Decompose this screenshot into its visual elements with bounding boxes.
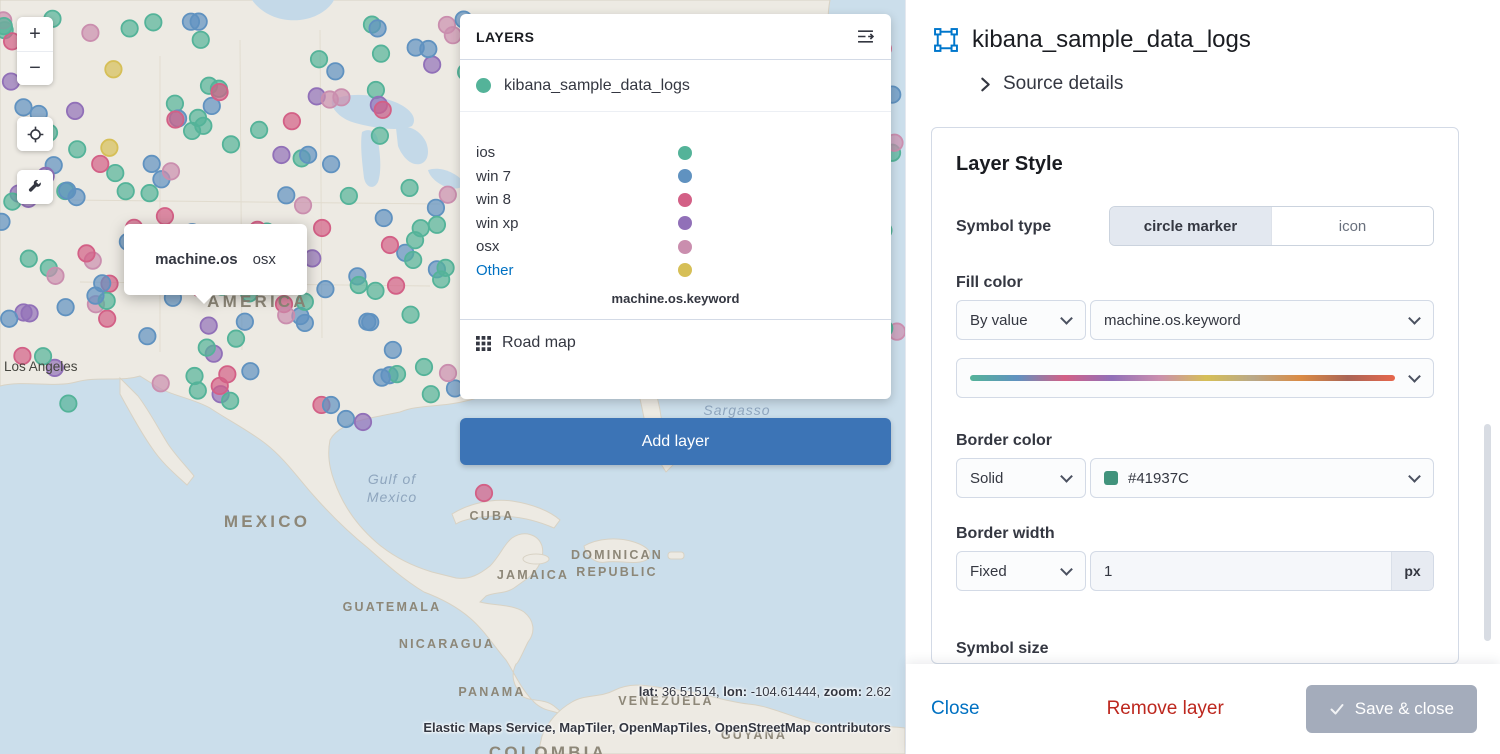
source-details-toggle[interactable]: Source details [979,73,1476,95]
layer-name: kibana_sample_data_logs [504,77,690,95]
symbol-size-label: Symbol size [956,639,1434,658]
border-width-mode-select[interactable]: Fixed [956,551,1086,591]
symbol-type-circle-marker-option[interactable]: circle marker [1110,207,1271,245]
kibana-maps-screen: AMERICAMEXICOCUBAJAMAICADOMINICANREPUBLI… [0,0,1500,754]
fill-color-label: Fill color [956,273,1434,292]
minus-icon: − [29,57,41,80]
zoom-in-button[interactable]: + [17,17,53,51]
collapse-legend-button[interactable] [852,24,878,50]
panel-title: kibana_sample_data_logs [972,26,1251,54]
map-tooltip: machine.os osx [124,224,307,295]
legend-dot [678,263,692,277]
layer-row[interactable]: kibana_sample_data_logs [460,60,891,112]
map-status: lat: 36.51514, lon: -104.61444, zoom: 2.… [639,684,891,699]
svg-text:CUBA: CUBA [470,509,515,523]
symbol-type-label: Symbol type [956,217,1051,236]
svg-text:REPUBLIC: REPUBLIC [576,565,658,579]
legend-item: ios [460,141,891,165]
border-width-input[interactable]: 1 [1091,552,1391,590]
border-color-mode-select[interactable]: Solid [956,458,1086,498]
layer-settings-panel: kibana_sample_data_logs Source details L… [905,0,1500,754]
svg-text:Gulf of: Gulf of [368,471,417,487]
map-pane[interactable]: AMERICAMEXICOCUBAJAMAICADOMINICANREPUBLI… [0,0,905,754]
border-color-swatch [1104,471,1118,485]
fill-color-mode-select[interactable]: By value [956,300,1086,340]
basemap-name: Road map [502,334,576,352]
svg-text:GUATEMALA: GUATEMALA [343,600,442,614]
border-width-label: Border width [956,524,1434,543]
color-ramp-bar [970,375,1395,381]
legend-dot [678,216,692,230]
layer-style-card: Layer Style Symbol type circle marker ic… [931,127,1459,664]
zoom-controls: + − [17,17,53,85]
color-ramp-select[interactable] [956,358,1434,398]
close-button[interactable]: Close [931,698,980,720]
chevron-right-icon [979,76,992,93]
plus-icon: + [29,23,41,46]
svg-text:Los Angeles: Los Angeles [4,359,78,374]
svg-text:NICARAGUA: NICARAGUA [399,637,495,651]
legend-item: osx [460,235,891,259]
svg-text:Sargasso: Sargasso [703,402,770,418]
legend-item: win 7 [460,165,891,189]
legend-field-name: machine.os.keyword [460,291,891,306]
menu-right-icon [857,28,874,45]
svg-text:PANAMA: PANAMA [458,685,525,699]
card-title: Layer Style [956,152,1434,176]
border-color-label: Border color [956,431,1434,450]
svg-text:MEXICO: MEXICO [224,512,310,531]
grid-icon [476,336,491,351]
legend-dot [678,146,692,160]
basemap-row[interactable]: Road map [460,319,891,366]
legend-dot [678,240,692,254]
save-and-close-button[interactable]: Save & close [1306,685,1477,733]
legend-dot [678,193,692,207]
symbol-type-group: circle marker icon [1109,206,1434,246]
map-attribution[interactable]: Elastic Maps Service, MapTiler, OpenMapT… [423,720,891,735]
layers-panel-title: LAYERS [476,29,535,45]
set-view-button[interactable] [17,117,53,151]
side-panel-scrollbar[interactable] [1484,424,1491,641]
draw-tools-button[interactable] [17,170,53,204]
crosshair-icon [27,126,44,143]
svg-text:JAMAICA: JAMAICA [497,568,569,582]
border-width-input-group: 1 px [1090,551,1434,591]
vector-layer-icon [934,28,958,52]
tooltip-field: machine.os [155,251,238,268]
tooltip-value: osx [253,251,276,268]
layers-panel: LAYERS kibana_sample_data_logs ios win 7 [460,14,891,399]
zoom-out-button[interactable]: − [17,51,53,85]
wrench-icon [27,179,44,196]
layer-legend: ios win 7 win 8 win xp osx [460,112,891,306]
svg-text:Mexico: Mexico [367,489,417,505]
locate-control [17,117,53,151]
symbol-type-icon-option[interactable]: icon [1271,207,1433,245]
layer-color-dot [476,78,491,93]
border-color-value-select[interactable]: #41937C [1090,458,1434,498]
border-width-unit: px [1391,552,1433,590]
legend-item: win 8 [460,188,891,212]
svg-text:DOMINICAN: DOMINICAN [571,548,663,562]
legend-item-other[interactable]: Other [460,259,891,283]
tools-control [17,170,53,204]
legend-item: win xp [460,212,891,236]
check-icon [1329,701,1345,717]
add-layer-button[interactable]: Add layer [460,418,891,465]
panel-footer: Close Remove layer Save & close [906,664,1500,754]
remove-layer-button[interactable]: Remove layer [1107,698,1224,720]
legend-dot [678,169,692,183]
svg-text:COLOMBIA: COLOMBIA [489,743,607,754]
fill-color-field-select[interactable]: machine.os.keyword [1090,300,1434,340]
